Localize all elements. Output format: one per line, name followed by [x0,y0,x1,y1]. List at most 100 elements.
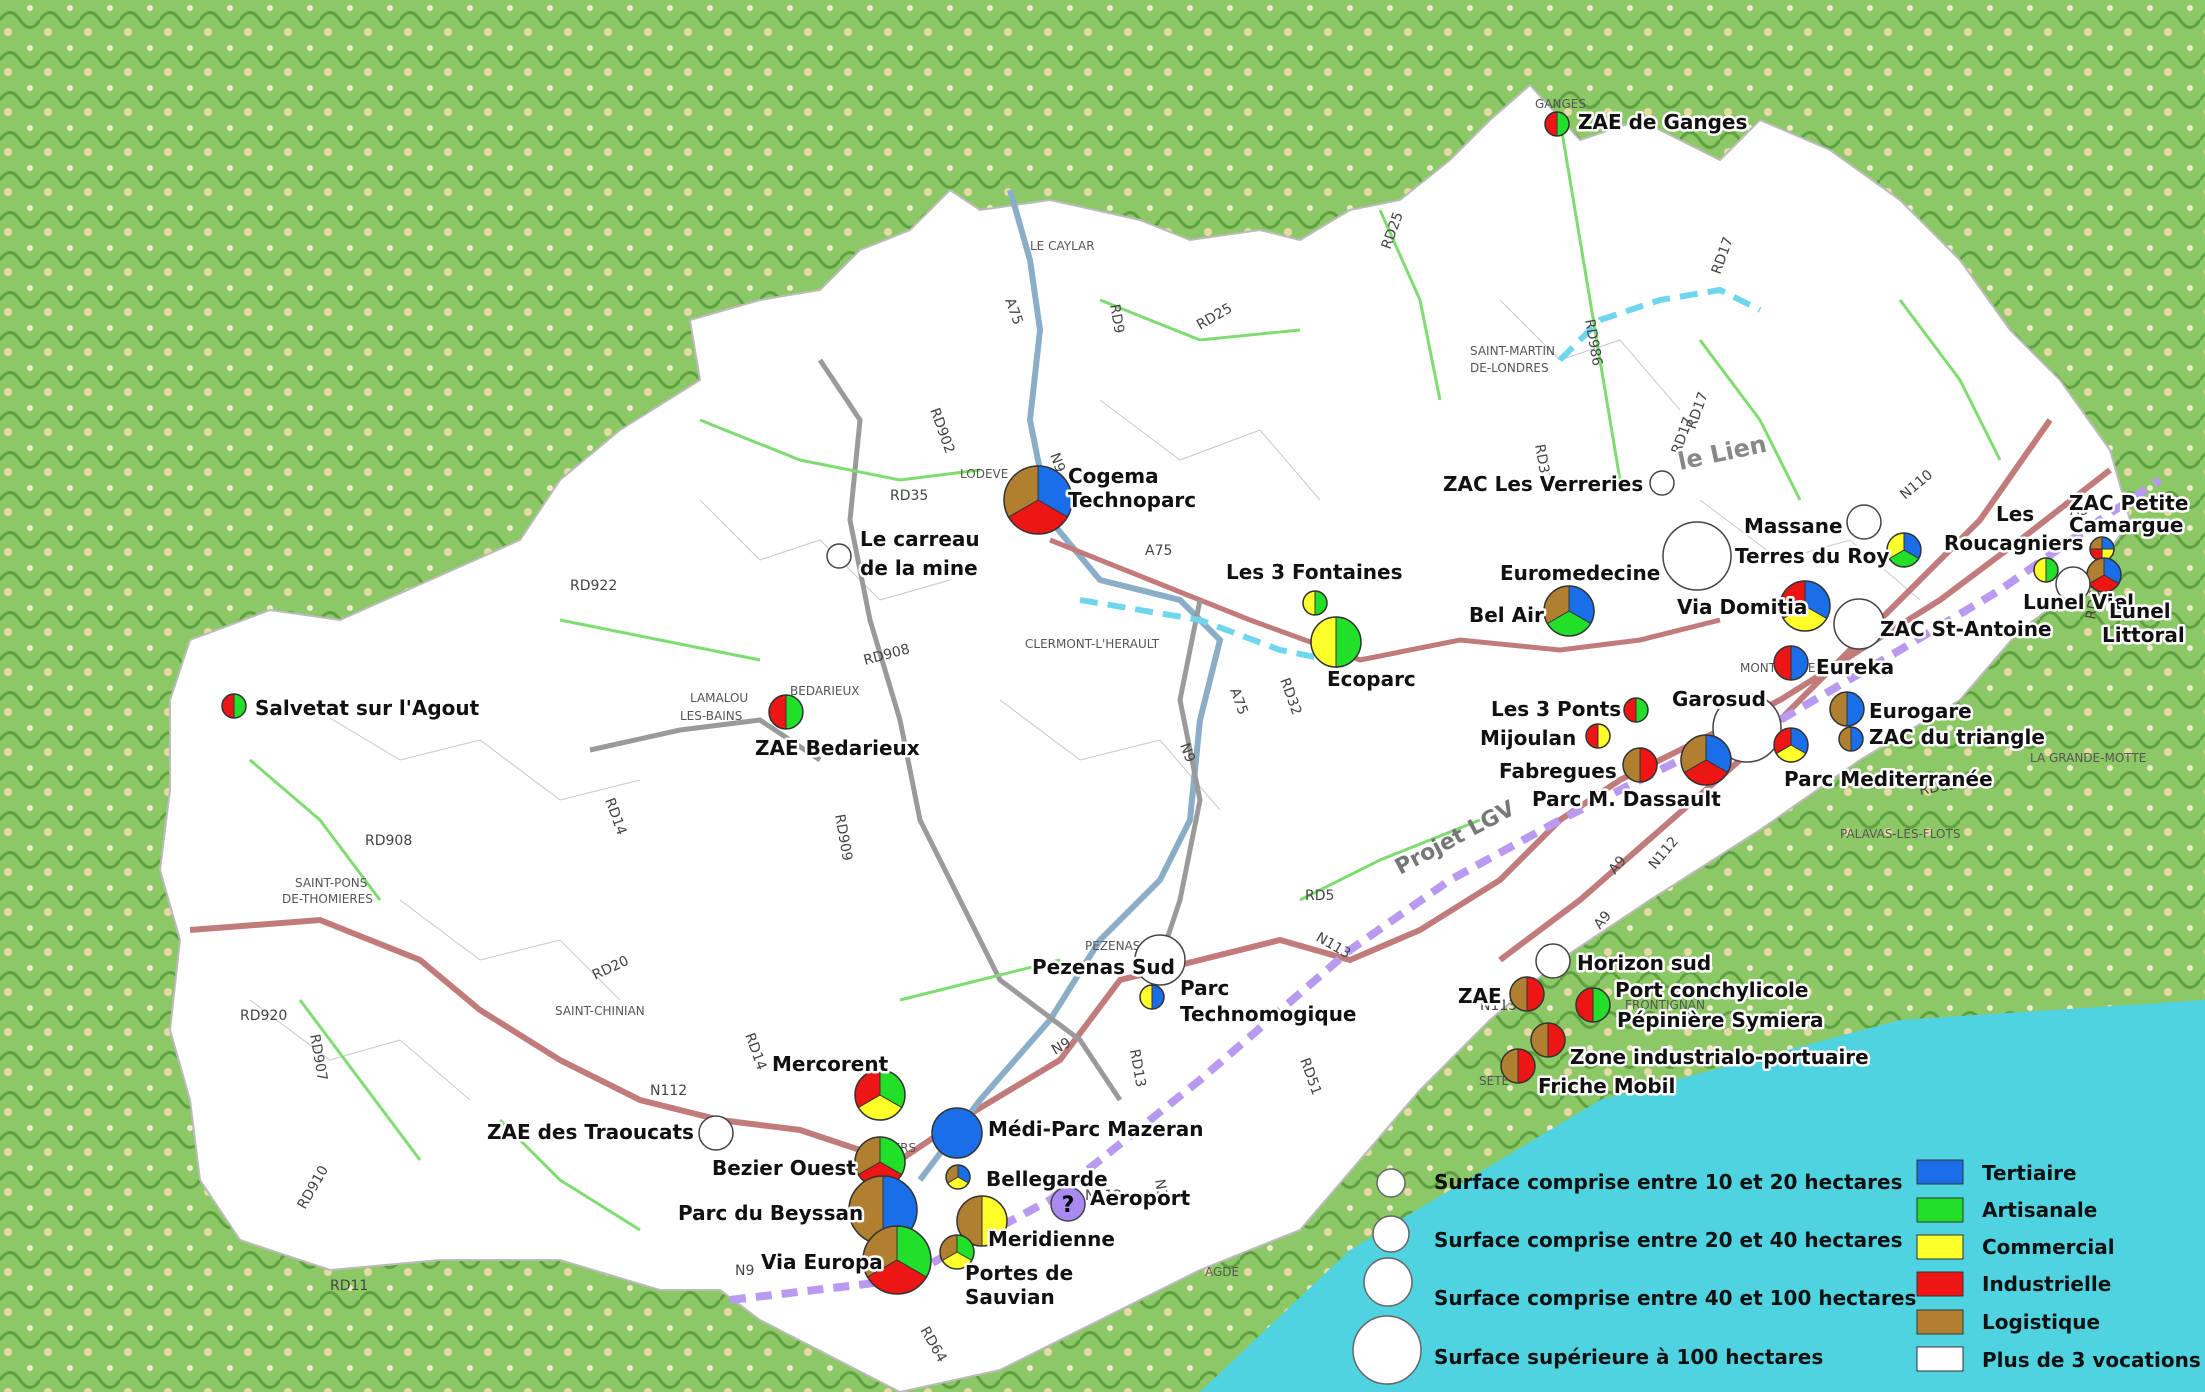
road-label: RD35 [890,488,928,504]
site-label-zae-ganges[interactable]: ZAE de Ganges [1576,108,1750,137]
site-marker-mercorent[interactable] [854,1069,906,1121]
site-label-parc-m-dassault[interactable]: Parc M. Dassault [1530,785,1724,814]
site-label-aeroport[interactable]: Aeroport [1088,1184,1194,1213]
site-marker-via-domitia[interactable] [1662,521,1732,591]
site-label-portes-de-sauvian-2[interactable]: Sauvian [963,1283,1058,1312]
site-label-zae-traoucats[interactable]: ZAE des Traoucats [485,1118,697,1147]
site-label-parc-technomogique-2[interactable]: Technomogique [1178,1000,1360,1029]
site-marker-massane[interactable] [1846,504,1882,540]
town-label: DE-THOMIERES [282,892,373,906]
site-label-zac-petite-camargue-2[interactable]: Camargue [2067,511,2187,540]
site-label-pepiniere-symiera[interactable]: Pépinière Symiera [1615,1006,1827,1035]
site-marker-bellegarde[interactable] [945,1164,971,1190]
multi-vocation-circle [1846,504,1882,540]
site-label-via-europa[interactable]: Via Europa [759,1248,886,1277]
site-marker-lunel-viel[interactable] [2033,557,2059,583]
multi-vocation-circle [826,543,852,569]
site-label-le-carreau[interactable]: Le carreau [858,525,983,554]
site-label-mijoulan[interactable]: Mijoulan [1478,724,1579,753]
site-label-technoparc[interactable]: Technoparc [1066,486,1199,515]
town-label: PALAVAS-LES-FLOTS [1840,827,1960,841]
site-marker-port-conchylicole[interactable] [1575,987,1611,1023]
site-label-fabregues[interactable]: Fabregues [1497,757,1620,786]
road-label: N112 [650,1083,687,1099]
site-marker-horizon-sud[interactable] [1535,943,1571,979]
legend-size-label: Surface supérieure à 100 hectares [1434,1345,1823,1369]
site-marker-eureka[interactable] [1773,645,1809,681]
site-marker-medi-parc[interactable] [931,1107,983,1159]
site-marker-zac-st-antoine[interactable] [1833,598,1885,650]
site-marker-mijoulan[interactable] [1585,723,1611,749]
site-marker-zae-ganges[interactable] [1544,111,1570,137]
site-marker-zac-du-triangle[interactable] [1838,726,1864,752]
site-label-les-3-fontaines[interactable]: Les 3 Fontaines [1224,558,1406,587]
site-marker-les-3-fontaines[interactable] [1302,590,1328,616]
site-label-lunel-littoral-2[interactable]: Littoral [2100,621,2188,650]
site-label-pezenas-sud[interactable]: Pezenas Sud [1030,953,1178,982]
site-marker-lunel-littoral[interactable] [2086,557,2122,593]
site-label-zac-verreries[interactable]: ZAC Les Verreries [1441,470,1646,499]
site-label-massane[interactable]: Massane [1742,512,1846,541]
site-marker-zone-industrialo[interactable] [1530,1022,1566,1058]
site-label-lunel-littoral[interactable]: Lunel [2107,597,2174,626]
site-label-zac-st-antoine[interactable]: ZAC St-Antoine [1878,615,2055,644]
site-marker-terres-du-roy[interactable] [1886,532,1922,568]
site-label-ecoparc[interactable]: Ecoparc [1325,665,1419,694]
site-label-eureka[interactable]: Eureka [1814,653,1897,682]
multi-vocation-circle [1535,943,1571,979]
site-marker-les-3-ponts[interactable] [1623,697,1649,723]
site-label-via-domitia[interactable]: Via Domitia [1675,593,1810,622]
site-label-meridienne[interactable]: Meridienne [986,1225,1118,1254]
site-label-zac-petite-camargue[interactable]: ZAC Petite [2067,489,2191,518]
site-marker-cogema[interactable] [1003,465,1073,535]
legend-size-small: Surface comprise entre 10 et 20 hectares [1376,1168,1902,1198]
site-label-friche-mobil[interactable]: Friche Mobil [1536,1072,1678,1101]
site-label-bezier-ouest[interactable]: Bezier Ouest [710,1154,859,1183]
site-label-les-roucagniers[interactable]: Les [1994,500,2037,529]
site-label-eurogare[interactable]: Eurogare [1867,697,1975,726]
site-label-bel-air[interactable]: Bel Air [1467,601,1547,630]
site-marker-ecoparc[interactable] [1310,616,1362,668]
road-label: RD5 [1305,888,1334,904]
site-marker-parc-mediterranee[interactable] [1773,727,1809,763]
legend-vocation-multi: Plus de 3 vocations [1916,1346,2201,1372]
site-marker-aeroport[interactable]: ? [1050,1186,1086,1222]
site-marker-zae-sete[interactable] [1509,976,1545,1012]
site-label-les-roucagniers-2[interactable]: Roucagniers [1942,529,2086,558]
site-marker-eurogare[interactable] [1829,691,1865,727]
legend-vocation-label: Plus de 3 vocations [1982,1348,2201,1372]
site-marker-bel-air[interactable] [1543,585,1595,637]
road-label: RD922 [570,578,617,594]
site-label-mercorent[interactable]: Mercorent [770,1050,892,1079]
legend-vocation-commercial: Commercial [1916,1234,2115,1260]
site-marker-zac-verreries[interactable] [1649,470,1675,496]
site-label-cogema[interactable]: Cogema [1066,462,1162,491]
site-label-horizon-sud[interactable]: Horizon sud [1575,949,1714,978]
site-marker-parc-m-dassault[interactable] [1680,734,1732,786]
site-label-parc-technomogique[interactable]: Parc [1178,974,1232,1003]
site-label-parc-mediterranee[interactable]: Parc Mediterranée [1782,765,1996,794]
site-label-medi-parc[interactable]: Médi-Parc Mazeran [986,1115,1206,1144]
site-label-zae-bedarieux[interactable]: ZAE Bedarieux [753,734,923,763]
site-label-zac-du-triangle[interactable]: ZAC du triangle [1867,723,2048,752]
site-marker-le-carreau[interactable] [826,543,852,569]
legend-size-label: Surface comprise entre 40 et 100 hectare… [1434,1286,1916,1310]
site-label-zone-industrialo[interactable]: Zone industrialo-portuaire [1568,1043,1872,1072]
site-marker-zae-bedarieux[interactable] [768,694,804,730]
site-marker-parc-technomogique[interactable] [1139,984,1165,1010]
site-label-zae-sete[interactable]: ZAE [1456,982,1505,1011]
site-label-terres-du-roy[interactable]: Terres du Roy [1733,542,1892,571]
site-label-salvetat[interactable]: Salvetat sur l'Agout [253,694,483,723]
site-label-les-3-ponts[interactable]: Les 3 Ponts [1489,695,1624,724]
site-label-euromedecine[interactable]: Euromedecine [1498,559,1663,588]
site-label-port-conchylicole[interactable]: Port conchylicole [1613,976,1811,1005]
site-marker-zae-traoucats[interactable] [698,1115,734,1151]
multi-vocation-circle [698,1115,734,1151]
site-marker-salvetat[interactable] [221,693,247,719]
site-marker-friche-mobil[interactable] [1500,1048,1536,1084]
site-label-parc-du-beyssan[interactable]: Parc du Beyssan [676,1199,866,1228]
site-label-le-carreau-2[interactable]: de la mine [858,554,981,583]
site-label-portes-de-sauvian[interactable]: Portes de [963,1259,1076,1288]
site-marker-fabregues[interactable] [1622,747,1658,783]
site-label-garosud[interactable]: Garosud [1670,685,1769,714]
